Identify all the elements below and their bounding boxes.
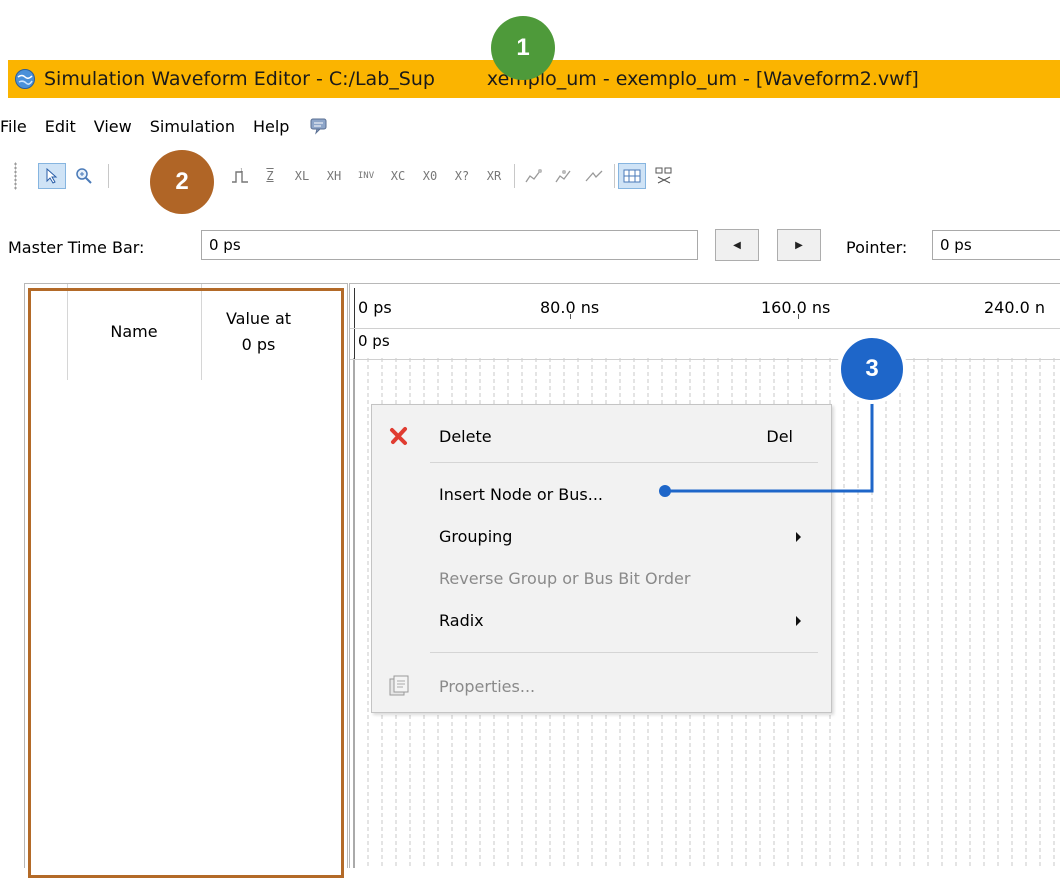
callout-badge-3: 3 (837, 334, 907, 404)
leader-dot (659, 485, 671, 497)
callout-3-leader (659, 395, 874, 497)
callout-badge-2: 2 (150, 150, 214, 214)
callout-badge-1: 1 (491, 16, 555, 80)
